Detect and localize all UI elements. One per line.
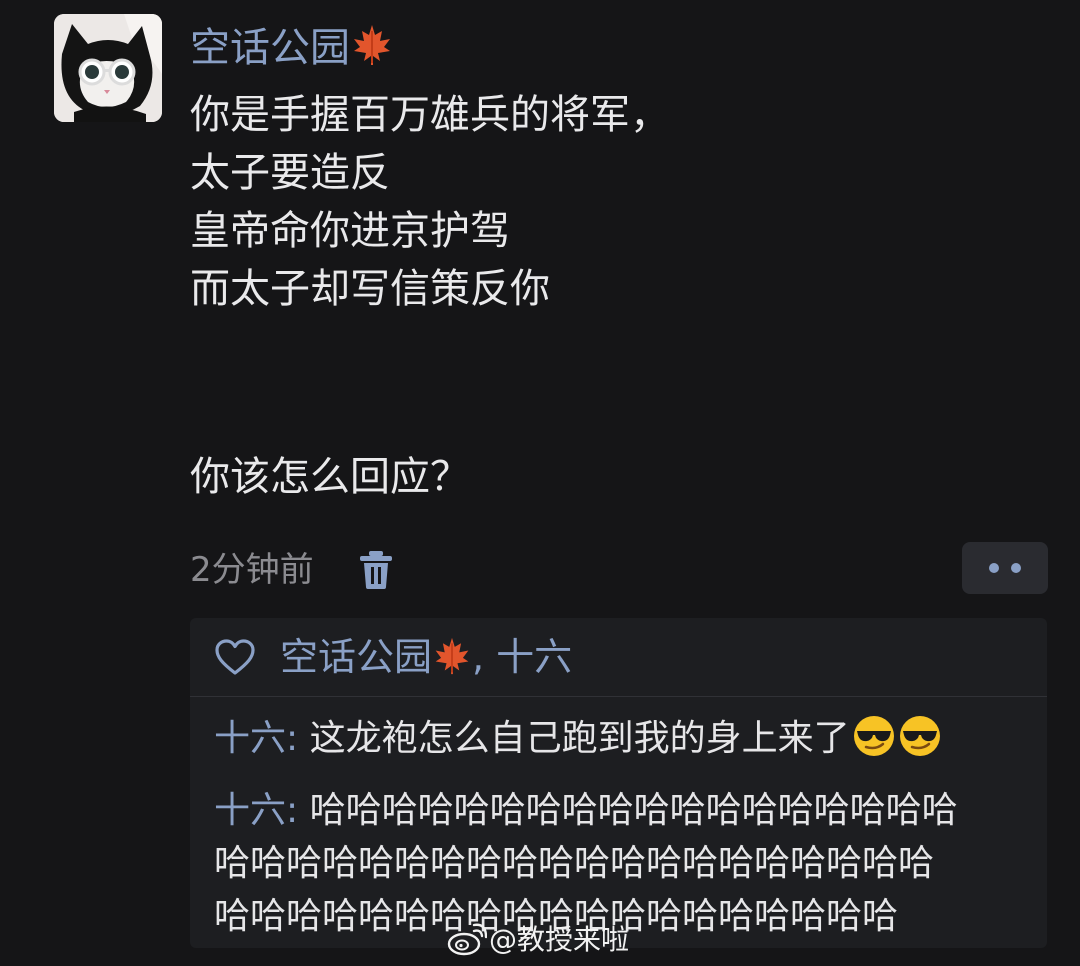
- post-meta-row: 2分钟前: [190, 542, 1050, 598]
- like-user-name[interactable]: , 十六: [472, 635, 572, 679]
- more-options-button[interactable]: [962, 542, 1048, 594]
- like-user-name[interactable]: 空话公园: [280, 635, 432, 679]
- post-author-name[interactable]: 空话公园: [190, 20, 394, 76]
- comment-item[interactable]: 十六: 这龙袍怎么自己跑到我的身上来了: [214, 712, 1034, 765]
- comment-line: 哈哈哈哈哈哈哈哈哈哈哈哈哈哈哈哈哈哈哈哈: [214, 843, 935, 884]
- comment-text: 哈哈哈哈哈哈哈哈哈哈哈哈哈哈哈哈哈哈: [309, 790, 958, 831]
- comment-author[interactable]: 十六: [214, 790, 286, 831]
- post-content: 你是手握百万雄兵的将军， 太子要造反 皇帝命你进京护驾 而太子却写信策反你 你该…: [190, 86, 1010, 506]
- heart-icon[interactable]: [214, 638, 256, 676]
- cat-with-sunglasses-avatar-image: [54, 14, 162, 122]
- post-line: 你该怎么回应？: [190, 454, 470, 500]
- avatar[interactable]: [54, 14, 162, 122]
- weibo-logo-icon: [447, 923, 489, 956]
- interaction-panel: 空话公园 , 十六 十六: 这龙袍怎么自己跑到我的身上来了 十六: 哈哈哈哈哈哈…: [190, 618, 1047, 948]
- more-dots-icon: [989, 563, 999, 573]
- post-timestamp: 2分钟前: [190, 550, 314, 590]
- comment-author[interactable]: 十六: [214, 718, 286, 759]
- sunglasses-smirk-emoji: [852, 714, 896, 758]
- maple-leaf-icon: [432, 636, 472, 688]
- post-line: 而太子却写信策反你: [190, 266, 550, 312]
- watermark: @教授来啦: [447, 918, 629, 962]
- trash-icon[interactable]: [356, 549, 396, 591]
- maple-leaf-icon: [350, 23, 394, 82]
- comment-separator: :: [286, 718, 310, 759]
- more-dots-icon: [1011, 563, 1021, 573]
- comment-line: 十六: 哈哈哈哈哈哈哈哈哈哈哈哈哈哈哈哈哈哈: [214, 784, 1034, 837]
- post-line: 皇帝命你进京护驾: [190, 208, 510, 254]
- watermark-text: @教授来啦: [489, 923, 630, 956]
- comment-separator: :: [286, 790, 310, 831]
- post-author-label: 空话公园: [190, 25, 350, 71]
- post-line: 你是手握百万雄兵的将军，: [190, 92, 670, 138]
- sunglasses-smirk-emoji: [898, 714, 942, 758]
- post-line: 太子要造反: [190, 150, 390, 196]
- comment-text: 这龙袍怎么自己跑到我的身上来了: [309, 718, 850, 759]
- likes-list[interactable]: 空话公园 , 十六: [280, 632, 572, 688]
- likes-row: 空话公园 , 十六: [190, 618, 1047, 697]
